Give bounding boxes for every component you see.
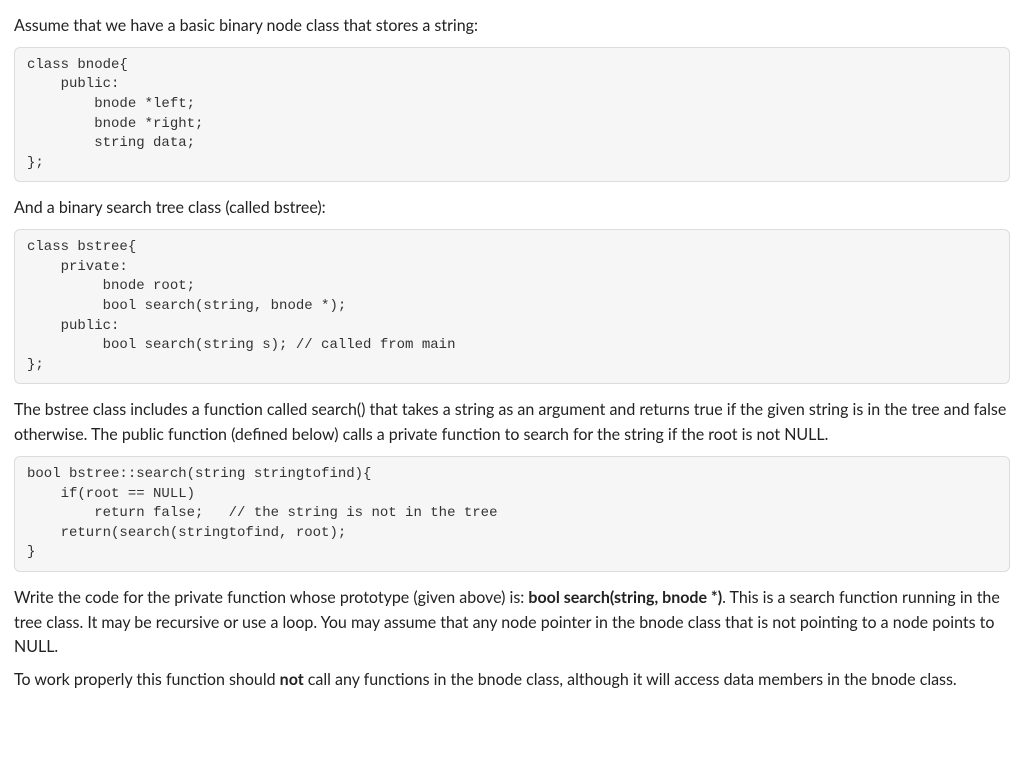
code-block-bstree: class bstree{ private: bnode root; bool … <box>14 229 1010 384</box>
paragraph-search-description: The bstree class includes a function cal… <box>14 398 1010 448</box>
code-block-bnode: class bnode{ public: bnode *left; bnode … <box>14 47 1010 183</box>
prototype-bold: bool search(string, bnode *) <box>528 588 722 607</box>
constraint-text-c: call any functions in the bnode class, a… <box>304 670 957 689</box>
code-block-search-public: bool bstree::search(string stringtofind)… <box>14 456 1010 572</box>
question-text-a: Write the code for the private function … <box>14 588 528 607</box>
paragraph-question-prompt: Write the code for the private function … <box>14 586 1010 660</box>
constraint-not-bold: not <box>280 670 304 689</box>
constraint-text-a: To work properly this function should <box>14 670 280 689</box>
paragraph-constraint: To work properly this function should no… <box>14 668 1010 693</box>
paragraph-intro-bstree: And a binary search tree class (called b… <box>14 196 1010 221</box>
paragraph-intro-bnode: Assume that we have a basic binary node … <box>14 14 1010 39</box>
